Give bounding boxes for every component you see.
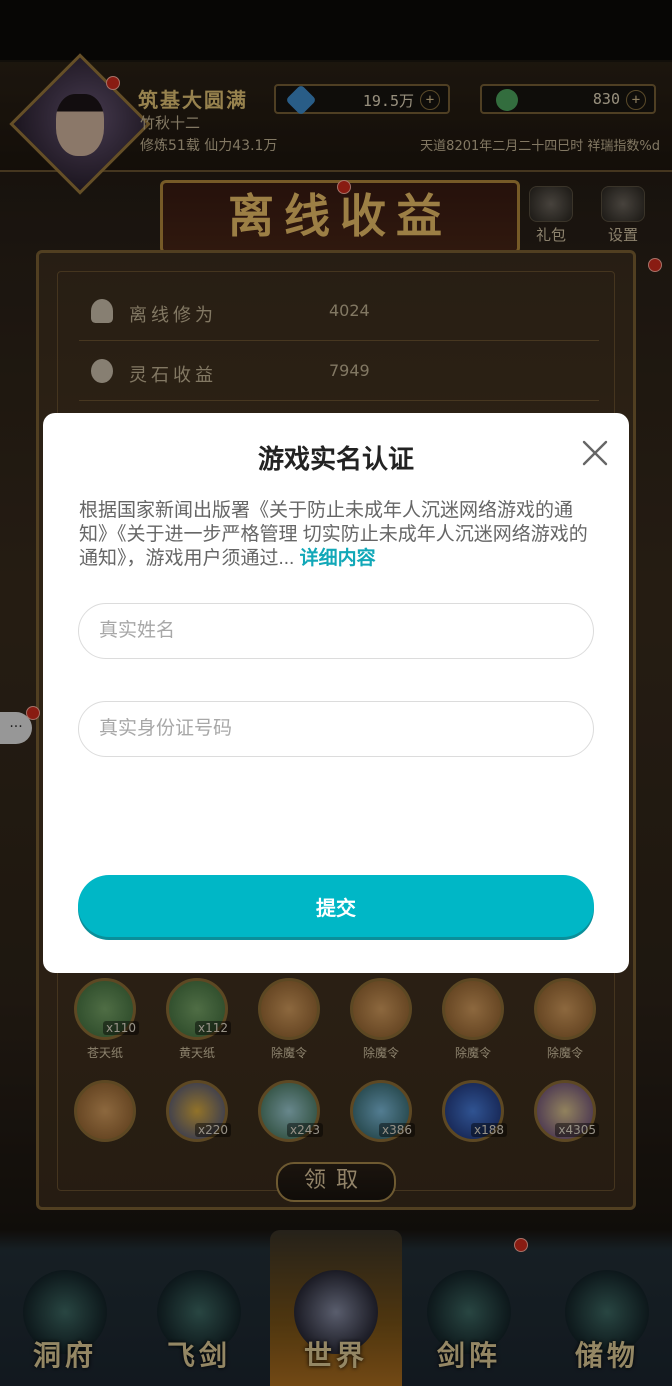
id-number-input[interactable]: [78, 701, 594, 757]
real-name-auth-dialog: 游戏实名认证 根据国家新闻出版署《关于防止未成年人沉迷网络游戏的通知》《关于进一…: [43, 413, 629, 973]
real-name-input[interactable]: [78, 603, 594, 659]
dialog-title: 游戏实名认证: [257, 444, 414, 474]
dialog-description: 根据国家新闻出版署《关于防止未成年人沉迷网络游戏的通知》《关于进一步严格管理 切…: [79, 499, 593, 571]
details-link[interactable]: 详细内容: [300, 548, 376, 569]
close-icon[interactable]: [581, 439, 609, 467]
submit-button[interactable]: 提交: [78, 875, 594, 937]
